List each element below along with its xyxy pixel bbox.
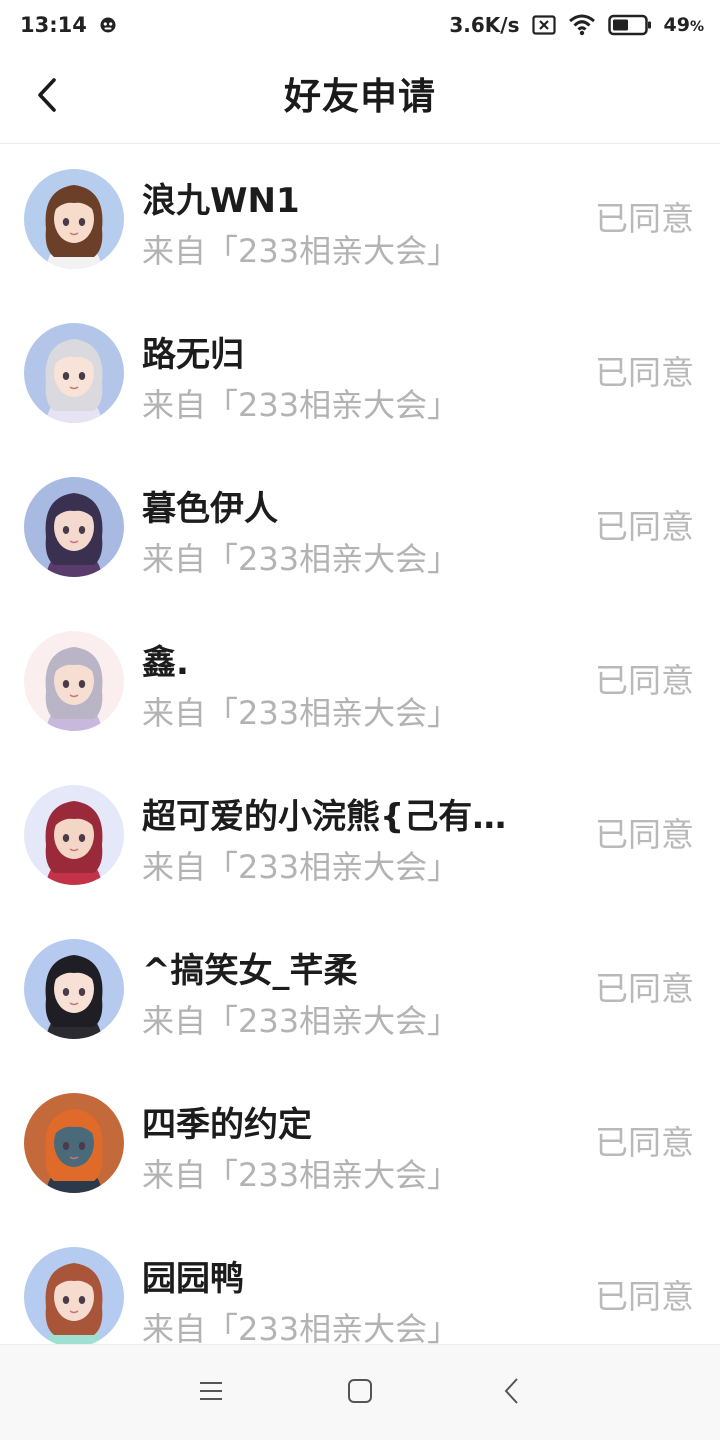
app-header: 好友申请 bbox=[0, 50, 720, 144]
list-item[interactable]: 超可爱的小浣熊{己有… 来自「233相亲大会」 已同意 bbox=[0, 761, 720, 915]
nav-back-button[interactable] bbox=[492, 1373, 532, 1413]
list-item[interactable]: 园园鸭来自「233相亲大会」 已同意 bbox=[0, 1223, 720, 1344]
home-button[interactable] bbox=[340, 1373, 380, 1413]
request-source: 来自「233相亲大会」 bbox=[142, 232, 460, 270]
status-right: 3.6K/s 49% bbox=[449, 13, 704, 37]
list-item[interactable]: 浪九WN1 来自「233相亲大会」 已同意 bbox=[0, 145, 720, 299]
network-speed: 3.6K/s bbox=[449, 13, 520, 37]
friend-name: 浪九WN1 bbox=[142, 181, 300, 221]
status-left: 13:14 bbox=[20, 13, 117, 37]
accepted-status-label: 已同意 bbox=[595, 1123, 694, 1162]
avatar[interactable] bbox=[24, 169, 124, 269]
list-item[interactable]: 四季的约定来自「233相亲大会」 已同意 bbox=[0, 1069, 720, 1223]
accepted-status-label: 已同意 bbox=[595, 199, 694, 238]
friend-name: 四季的约定 bbox=[142, 1105, 312, 1145]
friend-request-list[interactable]: 浪九WN1 来自「233相亲大会」 已同意 路无归 来自「233相亲大会」 已同意 暮色伊人… bbox=[0, 145, 720, 1344]
avatar[interactable] bbox=[24, 477, 124, 577]
accepted-status-label: 已同意 bbox=[595, 661, 694, 700]
system-nav-bar bbox=[0, 1344, 720, 1440]
avatar[interactable] bbox=[24, 1247, 124, 1344]
request-source: 来自「233相亲大会」 bbox=[142, 386, 460, 424]
avatar[interactable] bbox=[24, 939, 124, 1039]
battery-unit: % bbox=[689, 19, 704, 35]
list-item[interactable]: ^搞笑女_芊柔来自「233相亲大会」 已同意 bbox=[0, 915, 720, 1069]
home-icon bbox=[347, 1378, 373, 1408]
avatar[interactable] bbox=[24, 785, 124, 885]
sim-disabled-icon bbox=[531, 15, 556, 35]
accepted-status-label: 已同意 bbox=[595, 969, 694, 1008]
request-source: 来自「233相亲大会」 bbox=[142, 1002, 460, 1040]
notification-app-icon bbox=[99, 16, 117, 34]
friend-name: 暮色伊人 bbox=[142, 489, 278, 529]
friend-name: ^搞笑女_芊柔 bbox=[142, 951, 358, 991]
friend-name: 超可爱的小浣熊{己有… bbox=[142, 797, 507, 837]
status-time: 13:14 bbox=[20, 13, 87, 37]
accepted-status-label: 已同意 bbox=[595, 353, 694, 392]
avatar[interactable] bbox=[24, 1093, 124, 1193]
request-source: 来自「233相亲大会」 bbox=[142, 540, 460, 578]
request-source: 来自「233相亲大会」 bbox=[142, 694, 460, 732]
menu-icon bbox=[199, 1380, 223, 1406]
screen: 13:14 3.6K/s 49% 好友申请 浪九WN1 来自「233相亲大会」 … bbox=[0, 0, 720, 1440]
battery-icon bbox=[607, 14, 652, 36]
avatar[interactable] bbox=[24, 631, 124, 731]
menu-button[interactable] bbox=[191, 1373, 231, 1413]
battery-value: 49 bbox=[663, 14, 690, 36]
friend-name: 园园鸭 bbox=[142, 1259, 244, 1299]
battery-level: 49% bbox=[664, 14, 704, 36]
wifi-icon bbox=[568, 14, 596, 36]
request-source: 来自「233相亲大会」 bbox=[142, 1310, 460, 1344]
list-item[interactable]: 路无归来自「233相亲大会」 已同意 bbox=[0, 299, 720, 453]
request-source: 来自「233相亲大会」 bbox=[142, 1156, 460, 1194]
nav-back-icon bbox=[503, 1377, 521, 1409]
friend-name: 鑫. bbox=[142, 643, 189, 683]
request-source: 来自「233相亲大会」 bbox=[142, 848, 460, 886]
page-title: 好友申请 bbox=[284, 75, 436, 118]
accepted-status-label: 已同意 bbox=[595, 507, 694, 546]
list-item[interactable]: 暮色伊人来自「233相亲大会」 已同意 bbox=[0, 453, 720, 607]
list-item[interactable]: 鑫. 来自「233相亲大会」 已同意 bbox=[0, 607, 720, 761]
accepted-status-label: 已同意 bbox=[595, 1277, 694, 1316]
accepted-status-label: 已同意 bbox=[595, 815, 694, 854]
status-bar: 13:14 3.6K/s 49% bbox=[0, 0, 720, 50]
avatar[interactable] bbox=[24, 323, 124, 423]
friend-name: 路无归 bbox=[142, 335, 244, 375]
